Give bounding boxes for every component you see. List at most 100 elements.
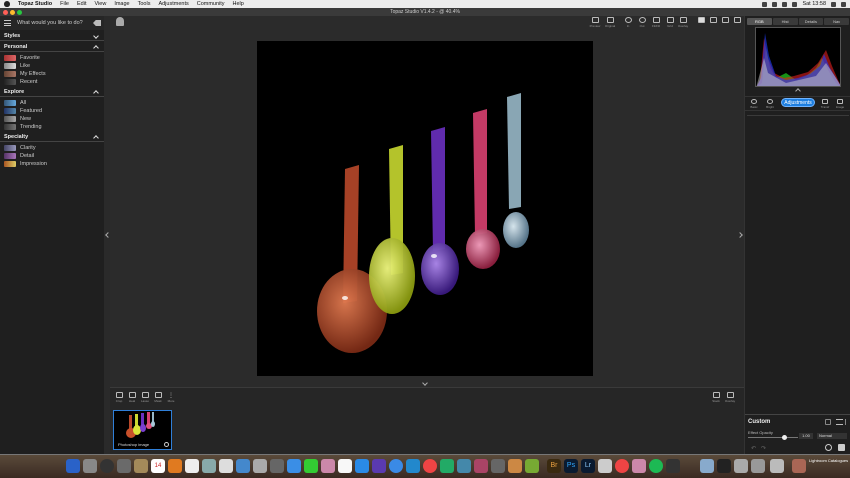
list-item-like[interactable]: Like <box>4 62 100 70</box>
list-item-trending[interactable]: Trending <box>4 123 100 131</box>
section-styles[interactable]: Styles <box>0 32 104 41</box>
image-thumbnail[interactable]: Photoshop image <box>113 410 172 450</box>
photo-app-icon[interactable] <box>202 459 216 473</box>
chrome-icon[interactable] <box>423 459 437 473</box>
wifi-icon[interactable] <box>782 1 788 7</box>
list-item-favorite[interactable]: Favorite <box>4 54 100 62</box>
list-icon[interactable] <box>836 419 843 425</box>
blend-mode-select[interactable]: Normal <box>817 433 847 439</box>
app-icon[interactable] <box>406 459 420 473</box>
close-window-button[interactable] <box>3 9 8 15</box>
calendar-icon[interactable]: 14 <box>151 459 165 473</box>
notes-icon[interactable] <box>134 459 148 473</box>
app-icon[interactable] <box>508 459 522 473</box>
star-app-icon[interactable] <box>372 459 386 473</box>
transform-button[interactable]: Transf <box>819 99 831 109</box>
photos-icon[interactable] <box>321 459 335 473</box>
app-icon[interactable] <box>457 459 471 473</box>
menu-tools[interactable]: Tools <box>138 1 151 7</box>
spotify-icon[interactable] <box>649 459 663 473</box>
rocket-icon[interactable] <box>117 459 131 473</box>
folder-icon[interactable] <box>751 459 765 473</box>
finder-icon[interactable] <box>66 459 80 473</box>
safari-icon[interactable] <box>389 459 403 473</box>
battery-icon[interactable] <box>792 1 798 7</box>
music-icon[interactable] <box>338 459 352 473</box>
bright-button[interactable]: Bright <box>764 99 776 109</box>
lightroom-icon[interactable]: Lr <box>581 459 595 473</box>
app-icon[interactable] <box>525 459 539 473</box>
facetime-icon[interactable] <box>304 459 318 473</box>
launchpad-icon[interactable] <box>100 459 114 473</box>
image-preview[interactable] <box>257 41 593 376</box>
document-icon[interactable] <box>185 459 199 473</box>
chevron-up-icon[interactable] <box>795 88 801 94</box>
list-item-new[interactable]: New <box>4 115 100 123</box>
messages-icon[interactable] <box>287 459 301 473</box>
menu-edit[interactable]: Edit <box>77 1 86 7</box>
menu-file[interactable]: File <box>60 1 69 7</box>
app-store-icon[interactable] <box>355 459 369 473</box>
backspace-icon[interactable] <box>93 20 101 26</box>
list-item-my-effects[interactable]: My Effects <box>4 70 100 78</box>
camera-icon[interactable] <box>717 459 731 473</box>
app-icon[interactable] <box>236 459 250 473</box>
menu-list-icon[interactable] <box>841 1 846 7</box>
crop-button[interactable]: Crop <box>113 392 125 404</box>
mask-button[interactable]: Mask <box>152 392 164 404</box>
app-icon[interactable] <box>615 459 629 473</box>
basic-button[interactable]: Basic <box>748 99 760 109</box>
trash-icon[interactable] <box>770 459 784 473</box>
menu-adjustments[interactable]: Adjustments <box>158 1 188 7</box>
lightroom-catalogues-label[interactable]: Lightroom Catalogues <box>809 458 849 463</box>
search-icon[interactable] <box>831 1 836 7</box>
save-icon[interactable] <box>838 444 845 451</box>
gear-icon[interactable] <box>164 442 169 447</box>
image-button[interactable]: Image <box>834 99 846 109</box>
app-icon[interactable] <box>474 459 488 473</box>
collapse-filmstrip-icon[interactable] <box>422 380 428 386</box>
folder-icon[interactable] <box>734 459 748 473</box>
menu-image[interactable]: Image <box>114 1 129 7</box>
section-specialty[interactable]: Specialty <box>0 133 104 142</box>
app-icon[interactable] <box>253 459 267 473</box>
lightroom-catalogues-icon[interactable] <box>792 459 806 473</box>
lasso-button[interactable]: Lasso <box>139 392 151 404</box>
section-personal[interactable]: Personal <box>0 43 104 52</box>
app-icon[interactable] <box>632 459 646 473</box>
app-icon[interactable] <box>491 459 505 473</box>
more-button[interactable]: ⋮ More <box>165 392 177 404</box>
tab-rgb[interactable]: RGB <box>747 18 772 25</box>
menu-help[interactable]: Help <box>233 1 244 7</box>
clock[interactable]: Sat 13:58 <box>802 1 826 7</box>
tab-details[interactable]: Details <box>798 18 824 25</box>
hamburger-icon[interactable] <box>4 20 11 26</box>
menu-app-name[interactable]: Topaz Studio <box>18 1 52 7</box>
effect-opacity-value[interactable]: 1.00 <box>799 433 813 439</box>
minimize-window-button[interactable] <box>10 9 15 15</box>
app-icon[interactable] <box>666 459 680 473</box>
grid-button[interactable]: Grid <box>663 17 677 29</box>
heal-button[interactable]: Heal <box>126 392 138 404</box>
adjustments-button[interactable]: Adjustments <box>781 98 815 107</box>
copy-icon[interactable] <box>825 419 831 425</box>
app-icon[interactable] <box>270 459 284 473</box>
layout-quad-button[interactable] <box>730 17 744 29</box>
zoom-out-button[interactable]: Out <box>635 17 649 29</box>
list-item-impression[interactable]: Impression <box>4 160 100 168</box>
menu-view[interactable]: View <box>94 1 106 7</box>
fit-fill-button[interactable]: Fit/Fill <box>649 17 663 29</box>
list-item-detail[interactable]: Detail <box>4 152 100 160</box>
system-preferences-icon[interactable] <box>83 459 97 473</box>
preview-button[interactable]: Preview <box>588 17 602 29</box>
section-explore[interactable]: Explore <box>0 88 104 97</box>
stack-button[interactable]: Stack <box>710 392 722 404</box>
slider-handle[interactable] <box>782 434 787 440</box>
app-icon[interactable] <box>598 459 612 473</box>
effect-opacity-slider[interactable] <box>748 437 798 438</box>
original-button[interactable]: Original <box>603 17 617 29</box>
photoshop-icon[interactable]: Ps <box>564 459 578 473</box>
bell-icon[interactable] <box>116 17 124 26</box>
zoom-in-button[interactable]: In <box>621 17 635 29</box>
status-icon[interactable] <box>772 1 778 7</box>
